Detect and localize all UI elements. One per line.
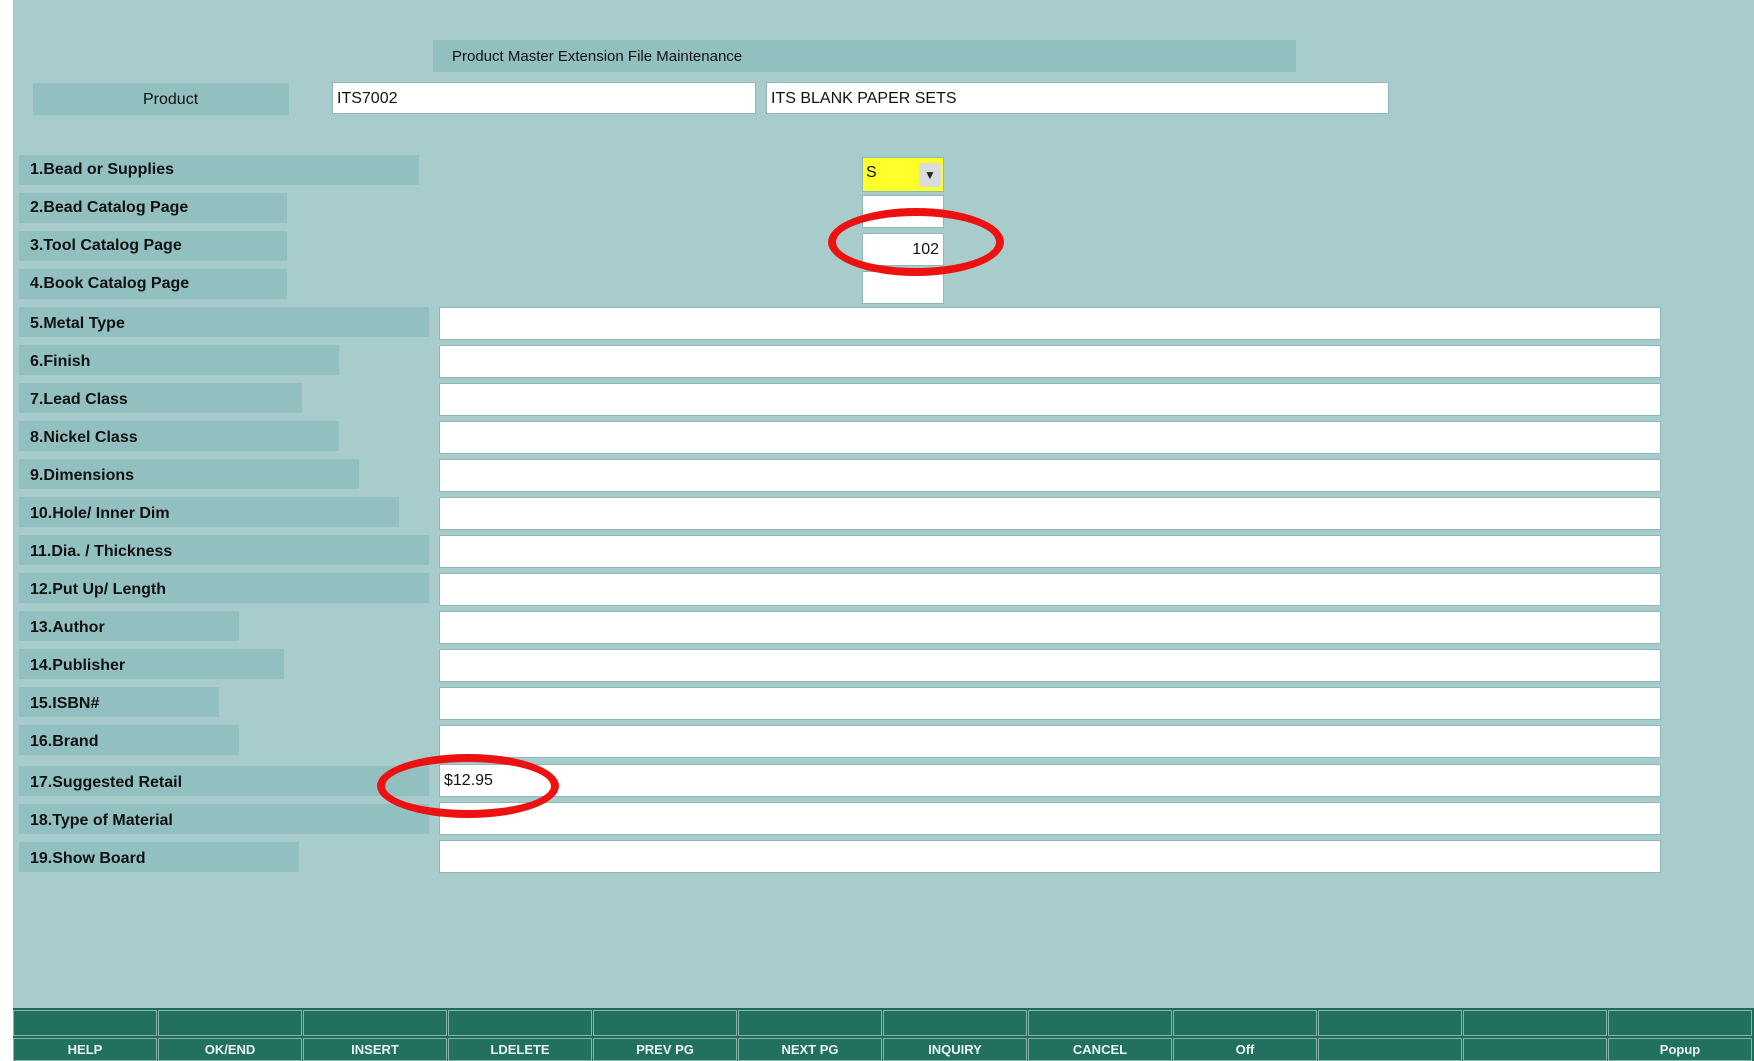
toolbar-spacer xyxy=(593,1010,737,1036)
put-up-length-field[interactable] xyxy=(439,573,1661,606)
toolbar-spacer xyxy=(1608,1010,1752,1036)
author-field[interactable] xyxy=(439,611,1661,644)
label-author: 13.Author xyxy=(30,619,105,636)
label-bead-catalog-page: 2.Bead Catalog Page xyxy=(30,199,189,216)
toolbar-spacer xyxy=(158,1010,302,1036)
label-hole-inner-dim: 10.Hole/ Inner Dim xyxy=(30,505,170,522)
prev-page-button[interactable]: PREV PG xyxy=(593,1038,737,1061)
tool-catalog-page-field[interactable]: 102 xyxy=(862,233,944,266)
toolbar-spacer xyxy=(883,1010,1027,1036)
product-code-field[interactable]: ITS7002 xyxy=(332,82,756,114)
ok-end-button[interactable]: OK/END xyxy=(158,1038,302,1061)
function-key-toolbar: HELP OK/END INSERT LDELETE PREV PG NEXT … xyxy=(13,1008,1754,1061)
book-catalog-page-field[interactable] xyxy=(862,271,944,304)
help-button[interactable]: HELP xyxy=(13,1038,157,1061)
inquiry-button[interactable]: INQUIRY xyxy=(883,1038,1027,1061)
toolbar-spacer xyxy=(448,1010,592,1036)
product-label: Product xyxy=(143,91,199,108)
label-lead-class: 7.Lead Class xyxy=(30,391,128,408)
dia-thickness-field[interactable] xyxy=(439,535,1661,568)
toolbar-spacer xyxy=(1463,1010,1607,1036)
label-metal-type: 5.Metal Type xyxy=(30,315,125,332)
label-nickel-class: 8.Nickel Class xyxy=(30,429,138,446)
isbn-field[interactable] xyxy=(439,687,1661,720)
popup-button[interactable]: Popup xyxy=(1608,1038,1752,1061)
toolbar-spacer xyxy=(738,1010,882,1036)
bead-or-supplies-value: S xyxy=(866,164,877,181)
toolbar-spacer xyxy=(1173,1010,1317,1036)
label-book-catalog-page: 4.Book Catalog Page xyxy=(30,275,190,292)
toolbar-spacer xyxy=(13,1010,157,1036)
next-page-button[interactable]: NEXT PG xyxy=(738,1038,882,1061)
chevron-down-icon[interactable]: ▼ xyxy=(919,163,941,187)
toolbar-spacer xyxy=(1028,1010,1172,1036)
lead-class-field[interactable] xyxy=(439,383,1661,416)
toolbar-top-row xyxy=(13,1010,1754,1036)
label-brand: 16.Brand xyxy=(30,733,99,750)
finish-field[interactable] xyxy=(439,345,1661,378)
label-dia-thickness: 11.Dia. / Thickness xyxy=(30,543,173,560)
maintenance-screen: Product Master Extension File Maintenanc… xyxy=(13,0,1754,1061)
toolbar-button-row: HELP OK/END INSERT LDELETE PREV PG NEXT … xyxy=(13,1038,1754,1061)
dimensions-field[interactable] xyxy=(439,459,1661,492)
brand-field[interactable] xyxy=(439,725,1661,758)
toolbar-spacer xyxy=(1318,1010,1462,1036)
ldelete-button[interactable]: LDELETE xyxy=(448,1038,592,1061)
page-title: Product Master Extension File Maintenanc… xyxy=(452,48,743,65)
hole-inner-dim-field[interactable] xyxy=(439,497,1661,530)
label-publisher: 14.Publisher xyxy=(30,657,126,674)
blank-function-key[interactable] xyxy=(1463,1038,1607,1061)
publisher-field[interactable] xyxy=(439,649,1661,682)
type-of-material-field[interactable] xyxy=(439,802,1661,835)
label-isbn: 15.ISBN# xyxy=(30,695,100,712)
cancel-button[interactable]: CANCEL xyxy=(1028,1038,1172,1061)
product-description-field[interactable]: ITS BLANK PAPER SETS xyxy=(766,82,1389,114)
label-suggested-retail: 17.Suggested Retail xyxy=(30,774,183,791)
label-type-of-material: 18.Type of Material xyxy=(30,812,173,829)
label-show-board: 19.Show Board xyxy=(30,850,146,867)
show-board-field[interactable] xyxy=(439,840,1661,873)
bead-or-supplies-select[interactable]: S ▼ xyxy=(862,157,944,192)
label-dimensions: 9.Dimensions xyxy=(30,467,135,484)
label-put-up-length: 12.Put Up/ Length xyxy=(30,581,166,598)
label-tool-catalog-page: 3.Tool Catalog Page xyxy=(30,237,182,254)
suggested-retail-field[interactable]: $12.95 xyxy=(439,764,1661,797)
metal-type-field[interactable] xyxy=(439,307,1661,340)
blank-function-key[interactable] xyxy=(1318,1038,1462,1061)
bead-catalog-page-field[interactable] xyxy=(862,195,944,228)
label-bead-or-supplies: 1.Bead or Supplies xyxy=(30,161,175,178)
off-button[interactable]: Off xyxy=(1173,1038,1317,1061)
insert-button[interactable]: INSERT xyxy=(303,1038,447,1061)
label-finish: 6.Finish xyxy=(30,353,91,370)
nickel-class-field[interactable] xyxy=(439,421,1661,454)
toolbar-spacer xyxy=(303,1010,447,1036)
